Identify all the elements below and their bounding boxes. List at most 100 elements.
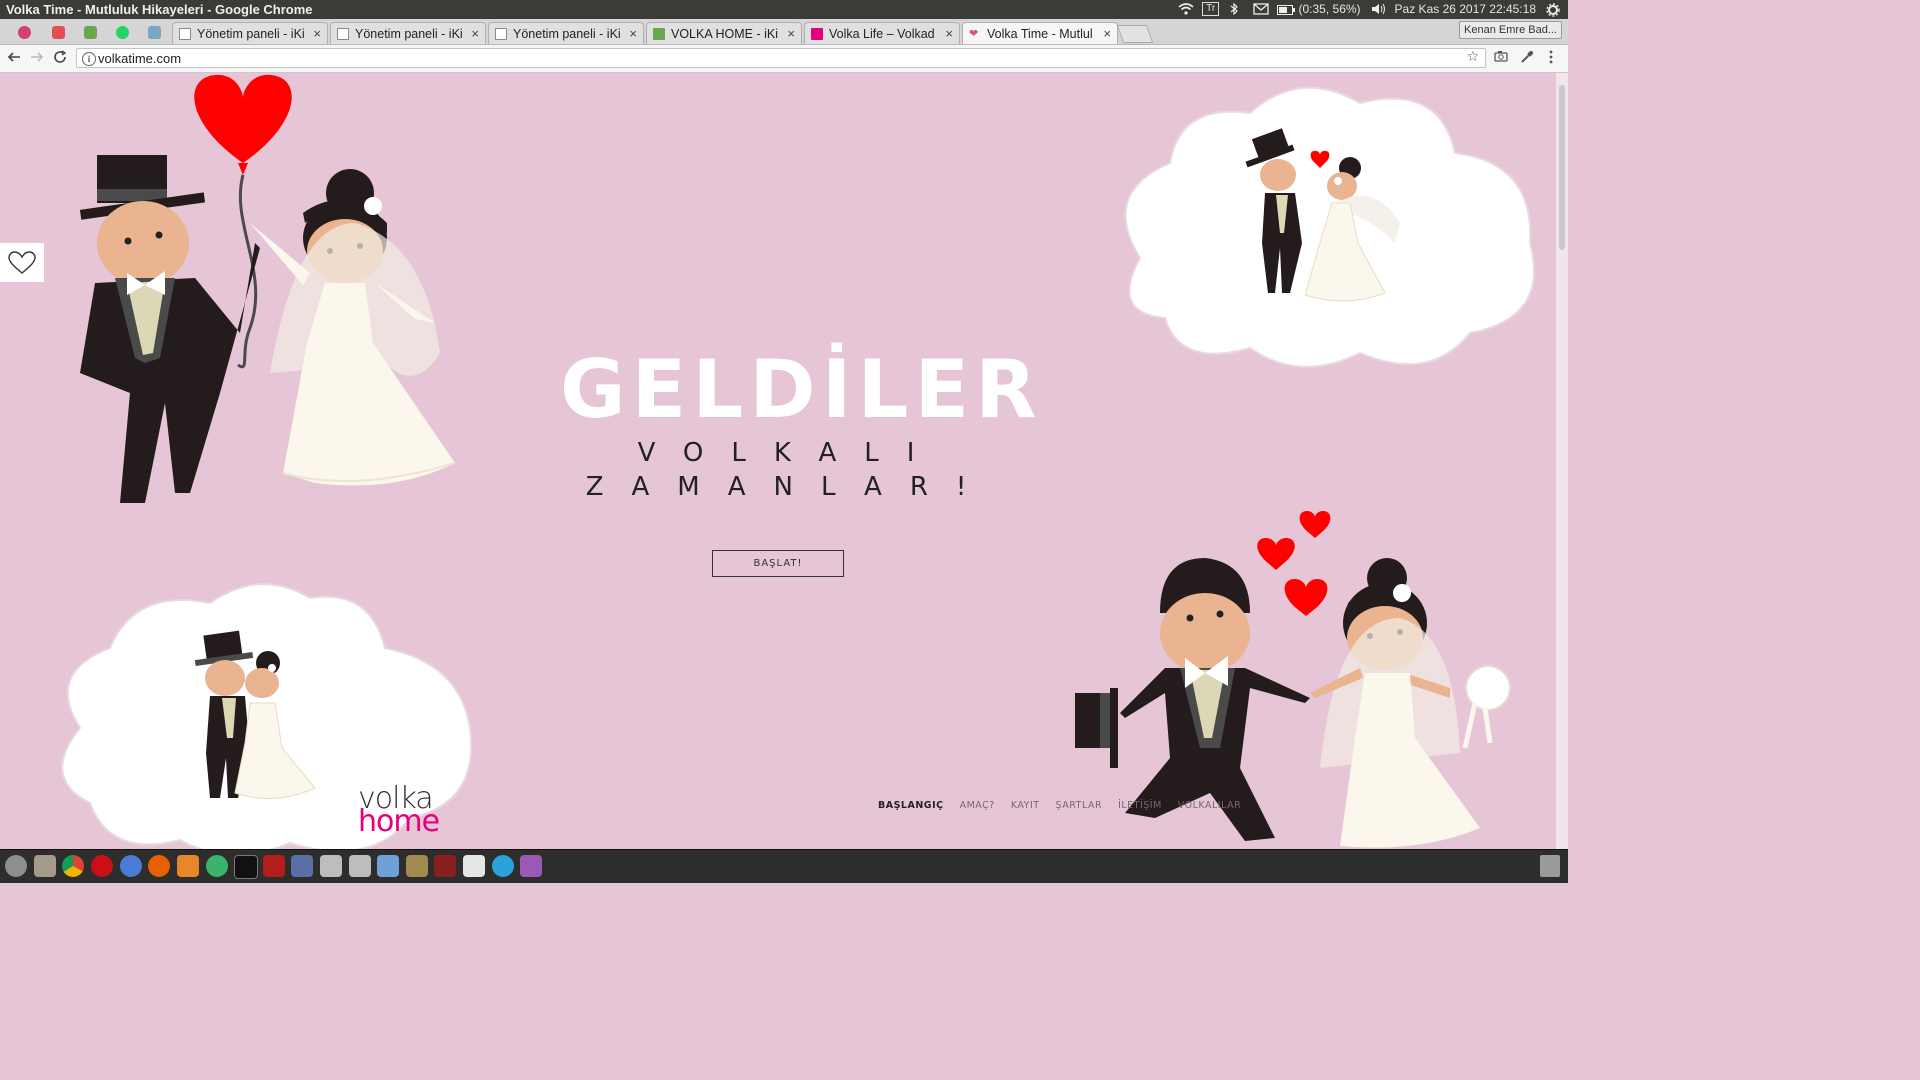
nav-item-sartlar[interactable]: ŞARTLAR: [1056, 800, 1103, 811]
chat-launcher-icon[interactable]: [206, 855, 228, 877]
info-icon[interactable]: i: [82, 52, 96, 66]
pinned-tab-icon: [147, 25, 161, 39]
hearts-icon: ❤: [969, 27, 979, 40]
close-icon[interactable]: ×: [787, 26, 795, 41]
close-icon[interactable]: ×: [313, 26, 321, 41]
new-tab-button[interactable]: [1116, 25, 1154, 43]
tab-yonetim-1[interactable]: Yönetim paneli - iKi ×: [172, 22, 328, 44]
web-page: volka home GELDİLER VOLKALI ZAMANLAR! BA…: [0, 73, 1568, 849]
filezilla-launcher-icon[interactable]: [263, 855, 285, 877]
os-top-bar: Volka Time - Mutluluk Hikayeleri - Googl…: [0, 0, 1568, 19]
battery-status[interactable]: (0:35, 56%): [1277, 2, 1361, 16]
mail-icon[interactable]: [1253, 3, 1269, 15]
cloud-launcher-icon[interactable]: [377, 855, 399, 877]
bookmark-star-icon[interactable]: ☆: [1466, 49, 1479, 65]
menu-icon[interactable]: [1548, 50, 1554, 68]
site-icon: [811, 27, 823, 40]
chromium-launcher-icon[interactable]: [120, 855, 142, 877]
page-scrollbar[interactable]: [1556, 73, 1568, 849]
tab-label: VOLKA HOME - iKi: [671, 26, 778, 41]
cloud-couple-illustration: [1124, 86, 1535, 368]
terminal-launcher-icon[interactable]: [234, 855, 258, 879]
tab-label: Yönetim paneli - iKi: [197, 26, 305, 41]
input-method-indicator[interactable]: Tr: [1202, 2, 1220, 16]
eyedropper-icon[interactable]: [1520, 50, 1534, 68]
volume-icon[interactable]: [1371, 3, 1385, 15]
heart-shape: [1257, 538, 1295, 570]
profile-button[interactable]: Kenan Emre Bad...: [1459, 21, 1562, 39]
nav-item-iletisim[interactable]: İLETİŞİM: [1118, 800, 1162, 811]
logo-line-home: home: [358, 804, 440, 839]
opera-launcher-icon[interactable]: [91, 855, 113, 877]
tab-yonetim-2[interactable]: Yönetim paneli - iKi ×: [330, 22, 486, 44]
pinned-tab-icon: [83, 25, 97, 39]
clock[interactable]: Paz Kas 26 2017 22:45:18: [1395, 2, 1536, 16]
page-icon: [337, 27, 349, 40]
close-icon[interactable]: ×: [471, 26, 479, 41]
nav-item-volkalilar[interactable]: VOLKALILAR: [1178, 800, 1241, 811]
pinned-tab[interactable]: [108, 22, 136, 42]
page-icon: [179, 27, 191, 40]
tab-label: Yönetim paneli - iKi: [513, 26, 621, 41]
nav-item-amac[interactable]: AMAÇ?: [960, 800, 995, 811]
start-button[interactable]: BAŞLAT!: [712, 550, 844, 577]
files-launcher-icon[interactable]: [34, 855, 56, 877]
window-title: Volka Time - Mutluluk Hikayeleri - Googl…: [6, 2, 313, 17]
hero-subtitle-line-2: ZAMANLAR!: [585, 472, 995, 502]
reload-button[interactable]: [50, 49, 70, 69]
network-launcher-icon[interactable]: [291, 855, 313, 877]
chrome-launcher-icon[interactable]: [62, 855, 84, 877]
wifi-icon[interactable]: [1178, 3, 1194, 15]
trash-icon[interactable]: [1540, 855, 1560, 877]
close-icon[interactable]: ×: [945, 26, 953, 41]
tab-yonetim-3[interactable]: Yönetim paneli - iKi ×: [488, 22, 644, 44]
media-launcher-icon[interactable]: [434, 855, 456, 877]
forward-arrow-icon: [31, 52, 44, 62]
nav-item-kayit[interactable]: KAYIT: [1011, 800, 1040, 811]
couple-hearts-illustration: [1075, 511, 1511, 848]
bottom-nav: BAŞLANGIÇ AMAÇ? KAYIT ŞARTLAR İLETİŞİM V…: [878, 800, 1241, 811]
address-bar[interactable]: i volkatime.com ☆: [76, 48, 1486, 68]
tab-volka-life[interactable]: Volka Life – Volkad ×: [804, 22, 960, 44]
bluetooth-icon[interactable]: [1229, 2, 1243, 16]
archive-launcher-icon[interactable]: [406, 855, 428, 877]
pinned-tab[interactable]: [140, 22, 168, 42]
home-launcher-icon[interactable]: [5, 855, 27, 877]
back-button[interactable]: [4, 49, 24, 69]
scrollbar-thumb[interactable]: [1559, 85, 1565, 250]
pinned-tab[interactable]: [10, 22, 38, 42]
pinned-tab-icon: [51, 25, 65, 39]
close-icon[interactable]: ×: [629, 26, 637, 41]
text-editor-launcher-icon[interactable]: [463, 855, 485, 877]
url-text[interactable]: volkatime.com: [98, 51, 181, 66]
volka-home-logo[interactable]: volka home: [358, 784, 478, 839]
tab-label: Volka Life – Volkad: [829, 26, 935, 41]
drive-launcher-icon[interactable]: [320, 855, 342, 877]
page-icon: [495, 27, 507, 40]
nav-item-baslangic[interactable]: BAŞLANGIÇ: [878, 800, 944, 811]
firefox-launcher-icon[interactable]: [148, 855, 170, 877]
browser-toolbar: i volkatime.com ☆: [0, 45, 1568, 73]
couple-balloon-illustration: [79, 74, 456, 503]
drive-launcher-icon[interactable]: [349, 855, 371, 877]
os-taskbar: [0, 849, 1568, 883]
window-launcher-icon[interactable]: [520, 855, 542, 877]
close-icon[interactable]: ×: [1103, 26, 1111, 41]
back-arrow-icon: [7, 52, 20, 62]
pinned-tab[interactable]: [44, 22, 72, 42]
heart-outline-icon: [8, 250, 36, 274]
settings-launcher-icon[interactable]: [177, 855, 199, 877]
tab-volka-home[interactable]: VOLKA HOME - iKi ×: [646, 22, 802, 44]
gear-icon[interactable]: [1546, 3, 1560, 17]
pinned-tab[interactable]: [76, 22, 104, 42]
favorite-heart-button[interactable]: [0, 243, 44, 282]
site-icon: [653, 27, 665, 40]
heart-balloon: [194, 74, 292, 163]
forward-button[interactable]: [27, 49, 47, 69]
skype-launcher-icon[interactable]: [492, 855, 514, 877]
pinned-tab-icon: [17, 25, 31, 39]
whatsapp-icon: [115, 25, 129, 39]
tab-label: Volka Time - Mutlul: [987, 26, 1093, 41]
tab-volka-time[interactable]: ❤ Volka Time - Mutlul ×: [962, 22, 1118, 44]
camera-icon[interactable]: [1494, 50, 1508, 66]
